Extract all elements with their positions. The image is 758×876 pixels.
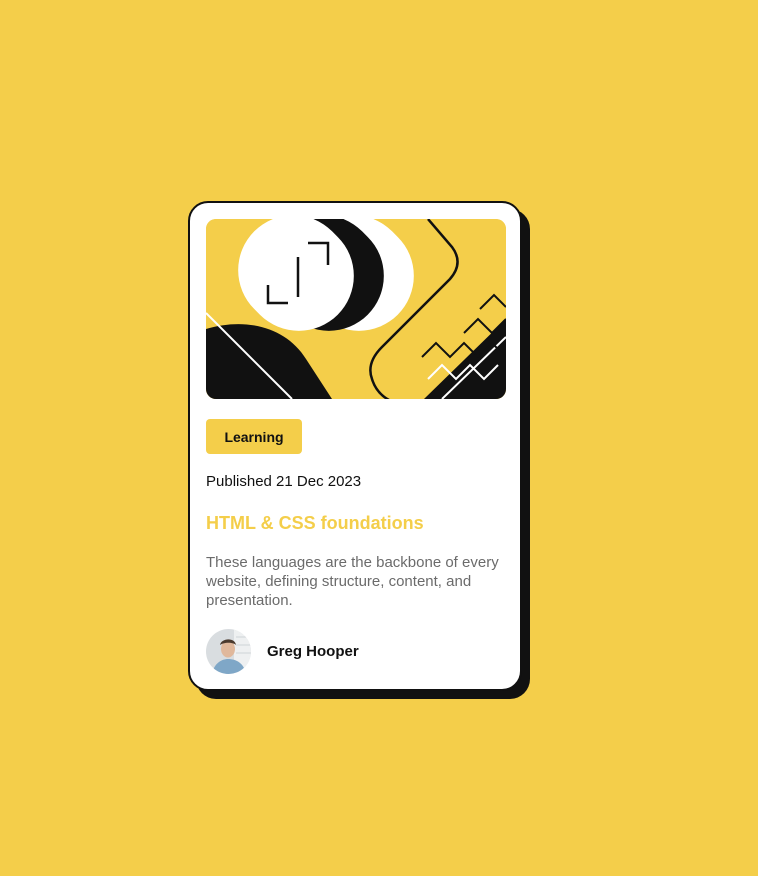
card-title[interactable]: HTML & CSS foundations	[206, 513, 424, 534]
author: Greg Hooper	[206, 629, 359, 674]
hero-illustration	[206, 219, 506, 399]
avatar	[206, 629, 251, 674]
author-name: Greg Hooper	[267, 643, 359, 660]
blog-preview-card: Learning Published 21 Dec 2023 HTML & CS…	[188, 201, 522, 691]
card-description: These languages are the backbone of ever…	[206, 554, 499, 609]
published-date: Published 21 Dec 2023	[206, 473, 362, 490]
category-tag[interactable]: Learning	[206, 419, 302, 454]
